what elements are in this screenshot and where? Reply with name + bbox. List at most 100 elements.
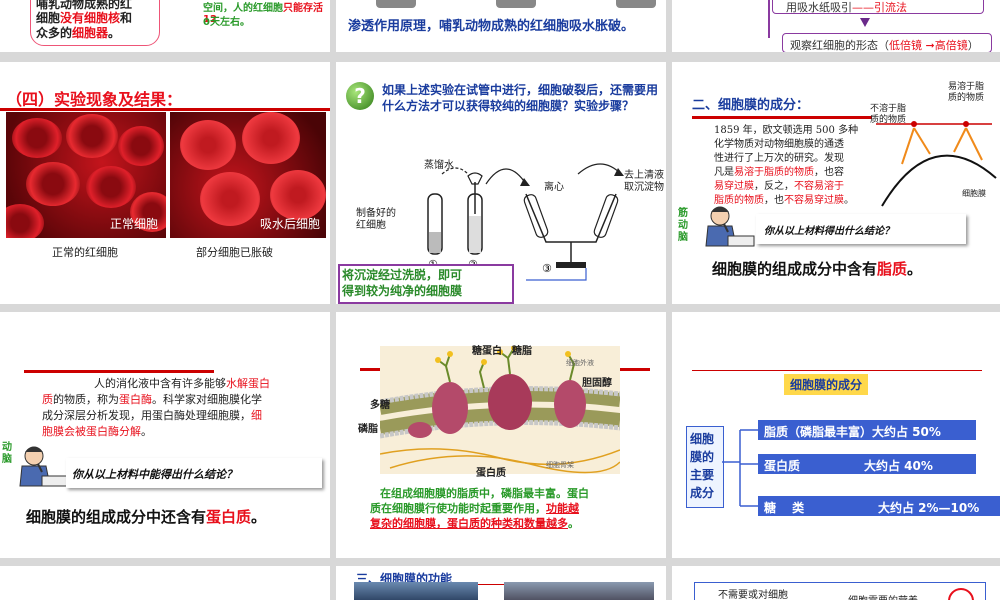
main-1: 细胞 <box>690 432 715 446</box>
question-text: 你从以上材料得出什么结论？ <box>764 226 894 237</box>
main-3: 主要 <box>690 468 715 482</box>
normal-rbc-photo: 正常细胞 <box>6 112 166 238</box>
label-centrifuge: 离心 <box>544 182 564 193</box>
overton-4: 凡是易溶于脂质的物质，也容 <box>714 166 884 180</box>
step-observe-a: 观察红细胞的形态（ <box>790 39 889 52</box>
rbc-text-2a: 细胞 <box>36 11 61 25</box>
label-outside: 细胞外液 <box>566 359 594 367</box>
beaker-3 <box>616 0 656 8</box>
overton-2: 化学物质对动物细胞膜的通透 <box>714 139 844 150</box>
thinking-person-icon <box>19 446 69 487</box>
label-insol-1: 不溶于脂 <box>870 104 907 114</box>
label-sup-1: 去上清液 <box>624 170 664 181</box>
label-phospholipid: 磷脂 <box>358 424 378 435</box>
slide-bottom-left <box>0 566 330 600</box>
overton-5a: 易穿过膜 <box>714 181 754 192</box>
label-rbc-2: 红细胞 <box>356 220 386 231</box>
label-distilled-water: 蒸馏水 <box>424 160 454 171</box>
top-line <box>692 370 982 371</box>
question-text: 如果上述实验在试管中进行，细胞破裂后，还需要用什么方法才可以获得较纯的细胞膜？实… <box>382 83 659 113</box>
sugar-text-a: 糖 类 <box>764 501 805 515</box>
results-title: （四）实验现象及结果： <box>6 90 183 109</box>
slide-membrane-structure: 糖蛋白 糖脂 细胞外液 胆固醇 多糖 磷脂 蛋白质 细胞骨架 在组成细胞膜的脂质… <box>336 312 666 558</box>
question-text: 你从以上材料中能得出什么结论？ <box>72 468 237 481</box>
step-draw-b: ——引流法 <box>852 1 907 14</box>
function-text-2: 细胞需要的营养 <box>848 592 918 600</box>
step-draw-a: 用吸水纸吸引 <box>786 1 852 14</box>
label-membrane: 细胞膜 <box>962 189 986 198</box>
overton-4a: 凡是 <box>714 167 734 178</box>
label-glycoprotein: 糖蛋白 <box>472 346 502 357</box>
structure-caption: 在组成细胞膜的脂质中，磷脂最丰富。蛋白 质在细胞膜行使功能时起重要作用，功能越 … <box>370 486 654 531</box>
summary-title: 细胞膜的成分 <box>784 374 869 395</box>
swollen-rbc-photo: 吸水后细胞 <box>170 112 326 238</box>
overton-4b: 易溶于脂质的物质 <box>734 167 814 178</box>
overton-4c: ，也容 <box>814 167 844 178</box>
overton-6c: 不容易穿过膜 <box>784 195 844 206</box>
protease-1: 人的消化液中含有许多能够水解蛋白 <box>42 376 304 392</box>
question-icon: ? <box>346 82 374 110</box>
brain-3: 脑 <box>678 232 688 243</box>
brain-2: 动 <box>678 220 688 231</box>
overton-text: 1859 年，欧文顿选用 500 多种 化学物质对动物细胞膜的通透 性进行了上万… <box>714 124 884 208</box>
brain-a: 动 <box>2 442 12 453</box>
step-observe-d: ） <box>967 39 979 52</box>
rbc-text-2c: 和 <box>120 11 133 25</box>
rbc-text-3a: 众多的 <box>36 26 73 40</box>
main-2: 膜的 <box>690 450 715 464</box>
brainstorm-label: 筋 动 脑 <box>678 208 688 244</box>
caption-2b: 功能越 <box>546 502 579 515</box>
protease-2c: 蛋白酶 <box>119 393 152 406</box>
rbc-lifespan-line2: 0天左右。 <box>203 17 250 28</box>
section-title: 二、细胞膜的成分： <box>692 98 810 113</box>
caption-swollen: 部分细胞已胀破 <box>196 246 273 259</box>
label-insoluble: 不溶于脂 质的物质 <box>870 104 906 126</box>
protease-2d: 。科学家对细胞膜化学 <box>152 393 262 406</box>
protease-text: 人的消化液中含有许多能够水解蛋白 质的物质，称为蛋白酶。科学家对细胞膜化学 成分… <box>42 376 304 440</box>
step-num-3: ③ <box>542 262 552 275</box>
label-inside: 细胞骨架 <box>546 461 574 469</box>
slide-membrane-lipid: 二、细胞膜的成分： 1859 年，欧文顿选用 500 多种 化学物质对动物细胞膜… <box>672 62 1000 304</box>
label-normal-cell: 正常细胞 <box>109 217 158 231</box>
rbc-text-line3: 众多的细胞器。 <box>36 24 120 41</box>
step-observe-text: 观察红细胞的形态（低倍镜 ➞高倍镜） <box>790 37 979 52</box>
rbc-text-2b: 没有细胞核 <box>60 11 121 25</box>
conclusion-a: 细胞膜的组成成分中含有 <box>712 260 878 278</box>
caption-3a: 复杂的细胞膜，蛋白质的种类和数量越多 <box>370 517 568 530</box>
slide-rbc-structure: 哺乳动物成熟的红 细胞没有细胞核和 众多的细胞器。 空间，人的红细胞只能存活12… <box>0 0 330 52</box>
conclusion-b: 蛋白质 <box>206 508 252 526</box>
osmosis-caption: 渗透作用原理，哺乳动物成熟的红细胞吸水胀破。 <box>348 19 635 34</box>
label-sup-2: 取沉淀物 <box>624 182 664 193</box>
answer-line-2: 得到较为纯净的细胞膜 <box>342 284 463 298</box>
slide-membrane-summary: 细胞膜的成分 细胞 膜的 主要 成分 脂质（磷脂最丰富）大约占 50% 蛋白质 … <box>672 312 1000 558</box>
rbc-text-3c: 。 <box>108 26 121 40</box>
centrifuge <box>523 193 619 268</box>
procedure-connector <box>768 0 770 38</box>
function-photo-2 <box>504 582 654 600</box>
slide-membrane-protein: 人的消化液中含有许多能够水解蛋白 质的物质，称为蛋白酶。科学家对细胞膜化学 成分… <box>0 312 330 558</box>
main-4: 成分 <box>690 486 715 500</box>
brain-b: 脑 <box>2 454 12 465</box>
function-photo-1 <box>354 582 478 600</box>
protein-text-a: 蛋白质 <box>764 459 801 473</box>
label-glycolipid: 糖脂 <box>512 346 532 357</box>
brain-1: 筋 <box>678 208 688 219</box>
sugar-text-b: 大约占 2%—10% <box>878 501 980 515</box>
conclusion-c: 。 <box>907 260 923 278</box>
conclusion-c: 。 <box>251 508 267 526</box>
label-swollen-cell: 吸水后细胞 <box>259 217 320 231</box>
caption-3: 复杂的细胞膜，蛋白质的种类和数量越多。 <box>370 516 654 531</box>
label-soluble: 易溶于脂 质的物质 <box>948 82 984 104</box>
conclusion: 细胞膜的组成成分中含有脂质。 <box>712 258 922 279</box>
slide-osmosis: 渗透作用原理，哺乳动物成熟的红细胞吸水胀破。 <box>336 0 666 52</box>
protease-1a: 人的消化液中含有许多能够 <box>94 377 226 390</box>
protease-4a: 胞膜会被蛋白酶分解 <box>42 425 141 438</box>
beaker-2 <box>496 0 536 8</box>
caption-2: 质在细胞膜行使功能时起重要作用，功能越 <box>370 501 654 516</box>
tube-1 <box>427 193 443 255</box>
step-draw-text: 用吸水纸吸引——引流法 <box>786 0 907 15</box>
conclusion: 细胞膜的组成成分中还含有蛋白质。 <box>26 506 266 527</box>
beaker-1 <box>376 0 416 8</box>
label-supernatant: 去上清液 取沉淀物 <box>624 170 664 194</box>
protease-2: 质的物质，称为蛋白酶。科学家对细胞膜化学 <box>42 392 304 408</box>
